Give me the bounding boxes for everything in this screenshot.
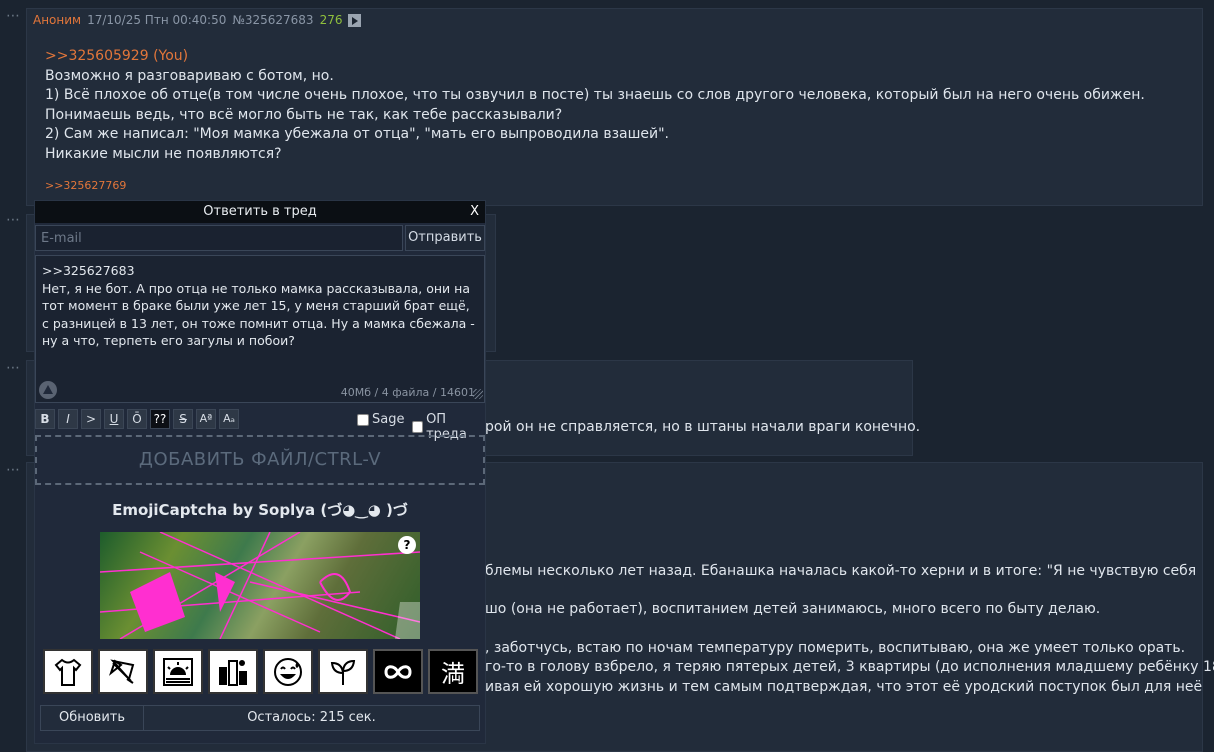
city-icon[interactable] bbox=[208, 649, 258, 694]
send-button[interactable]: Отправить bbox=[405, 225, 485, 251]
upload-limits: 40Мб / 4 файла / 14601 bbox=[340, 386, 475, 399]
sunrise-icon[interactable] bbox=[153, 649, 203, 694]
play-icon[interactable] bbox=[348, 13, 362, 27]
subscript-button[interactable]: Aₐ bbox=[219, 409, 239, 429]
post-line: 1) Всё плохое об отце(в том числе очень … bbox=[45, 87, 1145, 123]
reply-form: Ответить в тред X Отправить >>325627683 … bbox=[34, 200, 486, 744]
post-line: Возможно я разговариваю с ботом, но. bbox=[45, 67, 334, 84]
post-line: ивая ей хорошую жизнь и тем самым подтве… bbox=[485, 679, 1203, 695]
format-toolbar: B I > U Ō ?? S Aª Aₐ bbox=[35, 409, 239, 429]
email-field[interactable] bbox=[35, 225, 403, 251]
bold-button[interactable]: B bbox=[35, 409, 55, 429]
file-dropzone[interactable]: ДОБАВИТЬ ФАЙЛ/CTRL-V bbox=[35, 435, 485, 485]
sage-label: Sage bbox=[372, 412, 405, 427]
post-line: , заботчусь, встаю по ночам температуру … bbox=[485, 640, 1186, 656]
post-line: го-то в голову взбрело, я теряю пятерых … bbox=[485, 659, 1214, 675]
message-textarea[interactable]: >>325627683 Нет, я не бот. А про отца не… bbox=[35, 255, 485, 403]
post-menu-dots[interactable]: ⋯ bbox=[6, 8, 21, 24]
reply-link[interactable]: >>325627769 bbox=[45, 179, 126, 192]
resize-handle[interactable] bbox=[473, 389, 483, 399]
seedling-icon[interactable] bbox=[318, 649, 368, 694]
superscript-button[interactable]: Aª bbox=[196, 409, 216, 429]
quote-button[interactable]: > bbox=[81, 409, 101, 429]
sage-checkbox[interactable]: Sage bbox=[357, 412, 404, 427]
reply-form-title-text: Ответить в тред bbox=[203, 204, 317, 219]
captcha-help-icon[interactable]: ? bbox=[398, 536, 416, 554]
poster-name: Аноним bbox=[33, 13, 82, 27]
emoji-choices: 満 bbox=[43, 649, 478, 694]
close-button[interactable]: X bbox=[470, 201, 479, 223]
full-kanji-icon[interactable]: 満 bbox=[428, 649, 478, 694]
sage-check-box[interactable] bbox=[357, 413, 369, 426]
post-body: >>325605929 (You) Возможно я разговарива… bbox=[45, 47, 1186, 164]
grinning-sweat-icon[interactable] bbox=[263, 649, 313, 694]
italic-button[interactable]: I bbox=[58, 409, 78, 429]
spoiler-button[interactable]: ?? bbox=[150, 409, 170, 429]
reply-form-title[interactable]: Ответить в тред X bbox=[35, 201, 485, 223]
umbrella-icon[interactable] bbox=[98, 649, 148, 694]
kanji-text: 満 bbox=[441, 660, 465, 688]
overline-button[interactable]: Ō bbox=[127, 409, 147, 429]
refresh-button[interactable]: Обновить bbox=[41, 706, 144, 730]
post-menu-dots[interactable]: ⋯ bbox=[6, 360, 21, 376]
post-datetime: 17/10/25 Птн 00:40:50 bbox=[87, 13, 227, 27]
captcha-title: EmojiCaptcha by Soplya (づ◕‿◕ )づ bbox=[112, 501, 408, 519]
post-menu-dots[interactable]: ⋯ bbox=[6, 462, 21, 478]
post-line: блемы несколько лет назад. Ебанашка нача… bbox=[485, 563, 1197, 579]
post-line: Никакие мысли не появляются? bbox=[45, 145, 282, 162]
captcha-controls: Обновить Осталось: 215 сек. bbox=[40, 705, 480, 731]
post-menu-dots[interactable]: ⋯ bbox=[6, 212, 21, 228]
shirt-icon[interactable] bbox=[43, 649, 93, 694]
strike-button[interactable]: S bbox=[173, 409, 193, 429]
post-header: Аноним 17/10/25 Птн 00:40:50 №325627683 … bbox=[33, 13, 362, 27]
post-number[interactable]: №325627683 bbox=[232, 13, 313, 27]
sailboat-icon[interactable] bbox=[39, 381, 57, 399]
quote-link[interactable]: >>325605929 (You) bbox=[45, 47, 1186, 67]
op-check-box[interactable] bbox=[412, 421, 424, 433]
captcha-image: ? bbox=[100, 532, 420, 639]
post-line: рой он не справляется, но в штаны начали… bbox=[485, 419, 921, 435]
captcha-noise bbox=[100, 532, 420, 639]
underline-button[interactable]: U bbox=[104, 409, 124, 429]
post: Аноним 17/10/25 Птн 00:40:50 №325627683 … bbox=[26, 8, 1203, 206]
infinity-icon[interactable] bbox=[373, 649, 423, 694]
post-count: 276 bbox=[319, 13, 343, 27]
post-line: шо (она не работает), воспитанием детей … bbox=[485, 601, 1101, 617]
captcha-timer: Осталось: 215 сек. bbox=[247, 710, 376, 725]
post-line: 2) Сам же написал: "Моя мамка убежала от… bbox=[45, 126, 670, 142]
